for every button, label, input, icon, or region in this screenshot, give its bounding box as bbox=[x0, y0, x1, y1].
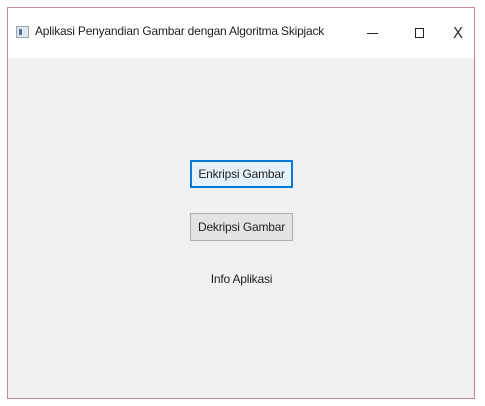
close-button[interactable]: X bbox=[443, 16, 473, 50]
close-icon: X bbox=[452, 23, 464, 42]
app-info-link[interactable]: Info Aplikasi bbox=[190, 272, 293, 286]
decrypt-image-button[interactable]: Dekripsi Gambar bbox=[190, 213, 293, 241]
app-icon bbox=[16, 26, 29, 38]
minimize-button[interactable] bbox=[352, 16, 392, 50]
window-title: Aplikasi Penyandian Gambar dengan Algori… bbox=[35, 24, 325, 38]
app-window: Aplikasi Penyandian Gambar dengan Algori… bbox=[7, 7, 475, 399]
maximize-button[interactable] bbox=[399, 16, 439, 50]
encrypt-image-button[interactable]: Enkripsi Gambar bbox=[190, 160, 293, 188]
maximize-icon bbox=[414, 28, 424, 38]
minimize-icon bbox=[366, 32, 378, 34]
title-bar[interactable]: Aplikasi Penyandian Gambar dengan Algori… bbox=[8, 8, 474, 58]
